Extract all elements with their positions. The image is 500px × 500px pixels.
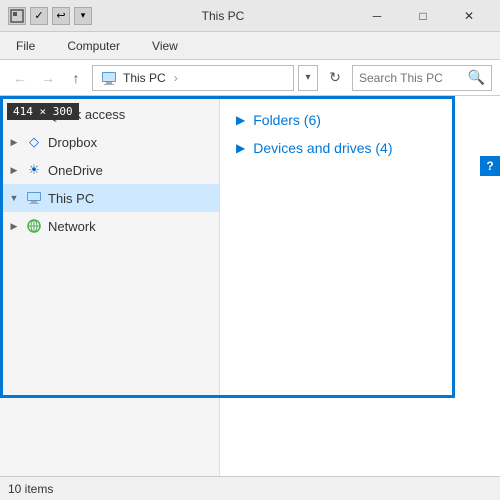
address-bar: ← → ↑ This PC › ▾ ↻ 🔍 [0, 60, 500, 96]
expand-icon-dropbox: ▶ [8, 136, 20, 148]
close-button[interactable]: ✕ [446, 0, 492, 32]
sidebar-item-dropbox[interactable]: ▶ ◇ Dropbox [0, 128, 219, 156]
sidebar-item-quick-access[interactable]: ▶ Quick access [0, 100, 219, 128]
status-bar: 10 items [0, 476, 500, 500]
sidebar-label-dropbox: Dropbox [48, 135, 97, 150]
expand-icon-onedrive: ▶ [8, 164, 20, 176]
network-icon [26, 218, 42, 234]
search-input[interactable] [359, 71, 464, 85]
drives-section-title: Devices and drives (4) [253, 140, 392, 156]
sidebar-item-this-pc[interactable]: ▼ This PC [0, 184, 219, 212]
quick-access-toolbar-2[interactable]: ↩ [52, 7, 70, 25]
forward-button[interactable]: → [36, 66, 60, 90]
folders-section-header[interactable]: ▶ Folders (6) [236, 112, 484, 128]
window-icon [8, 7, 26, 25]
quick-access-expand[interactable]: ▾ [74, 7, 92, 25]
ribbon-tab-view[interactable]: View [144, 35, 186, 57]
quick-access-icon [26, 106, 42, 122]
window-title: This PC [92, 9, 354, 23]
breadcrumb-separator: › [174, 71, 178, 85]
minimize-button[interactable]: ─ [354, 0, 400, 32]
search-box: 🔍 [352, 65, 492, 91]
sidebar-label-thispc: This PC [48, 191, 94, 206]
ribbon-tab-file[interactable]: File [8, 35, 43, 57]
sidebar-item-network[interactable]: ▶ Network [0, 212, 219, 240]
thispc-icon [26, 190, 42, 206]
refresh-button[interactable]: ↻ [322, 65, 348, 91]
drives-section-header[interactable]: ▶ Devices and drives (4) [236, 140, 484, 156]
maximize-button[interactable]: □ [400, 0, 446, 32]
status-text: 10 items [8, 482, 53, 496]
folders-section-title: Folders (6) [253, 112, 321, 128]
sidebar: ▶ Quick access ▶ ◇ Dropbox ▶ ☀ OneDrive [0, 96, 220, 476]
thispc-small-icon [101, 70, 117, 86]
address-dropdown[interactable]: ▾ [298, 65, 318, 91]
title-bar-controls: ─ □ ✕ [354, 0, 492, 32]
address-path[interactable]: This PC › [92, 65, 294, 91]
ribbon: File Computer View [0, 32, 500, 60]
onedrive-icon: ☀ [26, 162, 42, 178]
help-button[interactable]: ? [480, 156, 500, 176]
main-content: 414 × 300 ▶ Quick access ▶ ◇ Dropbox [0, 96, 500, 476]
ribbon-tab-computer[interactable]: Computer [59, 35, 128, 57]
dropbox-icon: ◇ [26, 134, 42, 150]
drives-expand-icon: ▶ [236, 141, 245, 155]
right-pane: ▶ Folders (6) ▶ Devices and drives (4) [220, 96, 500, 476]
expand-icon-thispc: ▼ [8, 192, 20, 204]
title-bar: ✓ ↩ ▾ This PC ─ □ ✕ [0, 0, 500, 32]
up-button[interactable]: ↑ [64, 66, 88, 90]
sidebar-label-network: Network [48, 219, 96, 234]
sidebar-label-onedrive: OneDrive [48, 163, 103, 178]
back-button[interactable]: ← [8, 66, 32, 90]
sidebar-item-onedrive[interactable]: ▶ ☀ OneDrive [0, 156, 219, 184]
breadcrumb-thispc: This PC [123, 71, 166, 85]
file-explorer-window: ✓ ↩ ▾ This PC ─ □ ✕ File Computer View ←… [0, 0, 500, 500]
title-bar-icons: ✓ ↩ ▾ [8, 7, 92, 25]
folders-expand-icon: ▶ [236, 113, 245, 127]
quick-access-toolbar-1[interactable]: ✓ [30, 7, 48, 25]
expand-icon-network: ▶ [8, 220, 20, 232]
search-icon[interactable]: 🔍 [468, 69, 485, 86]
expand-icon-quick-access: ▶ [8, 108, 20, 120]
sidebar-label-quick-access: Quick access [48, 107, 125, 122]
